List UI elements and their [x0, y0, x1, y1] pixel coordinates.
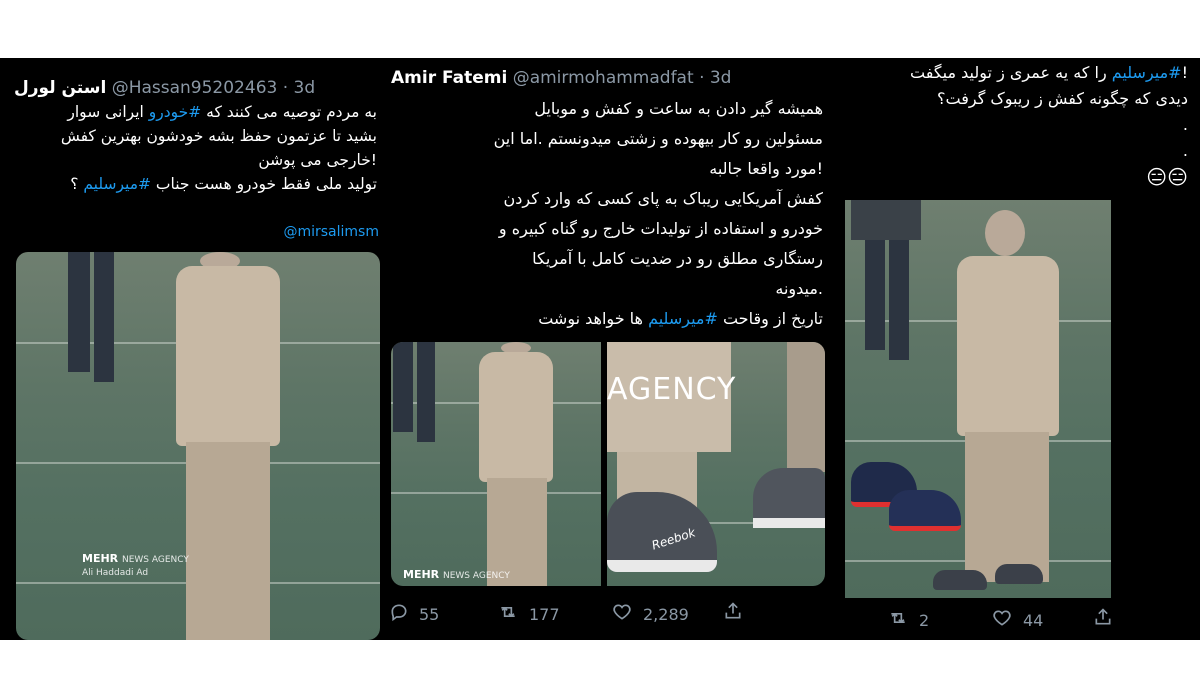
- tweet1-display-name[interactable]: استن لورل: [14, 78, 106, 98]
- tweet2-display-name[interactable]: Amir Fatemi: [391, 68, 507, 88]
- tweet2-share-button[interactable]: [723, 600, 743, 627]
- tweet2-photo-right[interactable]: AGENCY Reebok: [607, 342, 825, 586]
- tweet3-like-button[interactable]: 44: [991, 608, 1043, 633]
- tweet2-line-4: کفش آمریکایی ریباک به پای کسی که وارد کر…: [503, 189, 823, 208]
- retweet-icon: [887, 608, 909, 633]
- tweet2-like-button[interactable]: 2,289: [611, 602, 689, 627]
- like-count: 2,289: [643, 605, 689, 624]
- tweet3-text: !#میرسلیم را که یه عمری ز تولید میگفت دی…: [838, 60, 1188, 190]
- tweet3-dot-2: .: [1182, 141, 1188, 160]
- tweet2-line-1: همیشه گیر دادن به ساعت و کفش و موبایل: [534, 99, 823, 118]
- tweet-card-2: Amir Fatemi @amirmohammadfat · 3d همیشه …: [389, 58, 835, 640]
- hashtag-mirsalim-3[interactable]: #میرسلیم: [1112, 63, 1182, 82]
- tweet1-text: به مردم توصیه می کنند که #خودرو ایرانی س…: [7, 100, 377, 196]
- reply-icon: [389, 602, 409, 627]
- tweet2-photo-left[interactable]: MEHR NEWS AGENCY: [391, 342, 601, 586]
- hashtag-mirsalim-2[interactable]: #میرسلیم: [648, 309, 718, 328]
- tweet1-photo[interactable]: MEHR NEWS AGENCY Ali Haddadi Ad: [16, 252, 380, 640]
- heart-icon: [611, 602, 633, 627]
- tweet2-line-8: تاریخ از وقاحت #میرسلیم ها خواهد نوشت: [538, 309, 823, 328]
- tweet2-line-3: !مورد واقعا جالبه: [709, 159, 823, 178]
- tweet3-retweet-count: 2: [919, 611, 930, 630]
- tweet3-line-1: !#میرسلیم را که یه عمری ز تولید میگفت: [910, 63, 1188, 82]
- hashtag-khodro[interactable]: #خودرو: [149, 103, 201, 121]
- red-shoe-icon-2: [889, 490, 961, 531]
- share-icon: [723, 600, 743, 627]
- tweet3-dot-1: .: [1182, 115, 1188, 134]
- tweet-card-3: !#میرسلیم را که یه عمری ز تولید میگفت دی…: [835, 58, 1200, 640]
- tweet1-line-4: تولید ملی فقط خودرو هست جناب #میرسلیم ؟: [70, 175, 377, 193]
- heart-icon: [991, 608, 1013, 633]
- hashtag-mirsalim[interactable]: #میرسلیم: [83, 175, 151, 193]
- tweet1-line-1: به مردم توصیه می کنند که #خودرو ایرانی س…: [67, 103, 377, 121]
- tweet-card-1: استن لورل @Hassan95202463 · 3d به مردم ت…: [0, 58, 389, 640]
- tweet1-handle[interactable]: @Hassan95202463: [112, 78, 278, 98]
- reebok-logo: Reebok: [649, 525, 698, 553]
- tweet1-line-3: !خارجی می پوشن: [258, 151, 377, 169]
- share-icon: [1093, 606, 1113, 633]
- tweet2-line-7: .میدونه: [775, 279, 823, 298]
- retweet-count: 177: [529, 605, 560, 624]
- tweet2-line-2: مسئولین رو کار بیهوده و زشتی میدونستم .ا…: [493, 129, 823, 148]
- tweet1-watermark: MEHR NEWS AGENCY Ali Haddadi Ad: [82, 552, 189, 578]
- agency-watermark: AGENCY: [607, 372, 737, 407]
- tweet2-line-5: خودرو و استفاده از تولیدات خارج رو گناه …: [498, 219, 823, 238]
- tweet2-line-6: رستگاری مطلق رو در ضدیت کامل با آمریکا: [532, 249, 823, 268]
- retweet-icon: [497, 602, 519, 627]
- tweet3-share-button[interactable]: [1093, 606, 1113, 633]
- tweet2-text: همیشه گیر دادن به ساعت و کفش و موبایل مس…: [393, 94, 823, 334]
- mention-mirsalimsm[interactable]: @mirsalimsm: [283, 224, 379, 240]
- tweet2-watermark: MEHR NEWS AGENCY: [403, 568, 510, 581]
- tweet3-line-2: دیدی که چگونه کفش ز ریبوک گرفت؟: [937, 89, 1188, 108]
- tweet2-header: Amir Fatemi @amirmohammadfat · 3d: [391, 68, 731, 88]
- tweet1-time[interactable]: · 3d: [283, 78, 315, 98]
- tweet2-retweet-button[interactable]: 177: [497, 602, 560, 627]
- tweet3-retweet-button[interactable]: 2: [887, 608, 929, 633]
- tweet3-like-count: 44: [1023, 611, 1044, 630]
- tweet1-header: استن لورل @Hassan95202463 · 3d: [14, 78, 315, 98]
- reply-count: 55: [419, 605, 440, 624]
- tweet2-handle[interactable]: @amirmohammadfat: [513, 68, 694, 88]
- tweet2-time[interactable]: · 3d: [699, 68, 731, 88]
- tweet3-emoji: 😑😑: [1146, 165, 1188, 189]
- tweet1-line-2: بشید تا عزتمون حفظ بشه خودشون بهترین کفش: [60, 127, 377, 145]
- tweet3-photo[interactable]: [845, 200, 1111, 598]
- tweet2-reply-button[interactable]: 55: [389, 602, 439, 627]
